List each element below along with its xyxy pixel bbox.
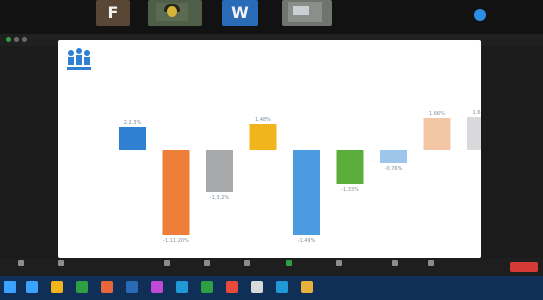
status-dot-icon <box>14 37 19 42</box>
apps-button[interactable] <box>414 260 448 267</box>
microphone-icon <box>18 260 24 266</box>
taskbar-app-icon[interactable] <box>126 281 138 293</box>
bar-data-label: 2.2.3% <box>124 120 142 126</box>
taskbar-app-icon[interactable] <box>201 281 213 293</box>
video-button[interactable] <box>44 260 78 267</box>
taskbar-app-icon[interactable] <box>176 281 188 293</box>
apps-icon <box>428 260 434 266</box>
bar-data-label: -1.3.2% <box>210 195 230 201</box>
bar-data-label: 1.66% <box>429 111 445 117</box>
bar-data-label: 1.48% <box>255 117 271 123</box>
participant-strip: F W <box>0 0 543 34</box>
chart-bar <box>423 118 451 150</box>
participant-video <box>156 3 188 21</box>
end-meeting-button[interactable] <box>510 262 538 272</box>
status-dot-icon <box>6 37 11 42</box>
bar-data-label: -1.33% <box>341 187 359 193</box>
taskbar-app-icon[interactable] <box>226 281 238 293</box>
taskbar-app-icon[interactable] <box>76 281 88 293</box>
bar-data-label: -1.49% <box>298 238 316 244</box>
taskbar-app-icon[interactable] <box>301 281 313 293</box>
participant-initial: F <box>107 3 119 22</box>
start-icon[interactable] <box>4 281 16 293</box>
video-face <box>167 6 177 17</box>
participant-avatar[interactable] <box>474 9 486 21</box>
bar-data-label: -1.11.20% <box>163 238 189 244</box>
windows-taskbar <box>0 276 543 300</box>
share-screen-icon <box>286 260 292 266</box>
breakout-rooms-button[interactable] <box>322 260 356 267</box>
bar-chart: 2.2.3% -1.11.20% -1.3.2% 1.48% -1.49% -1.33% -… <box>119 110 481 244</box>
taskbar-app-icon[interactable] <box>151 281 163 293</box>
security-button[interactable] <box>150 260 184 267</box>
chart-bar <box>380 150 407 163</box>
bar-data-label: 1.65% <box>473 110 481 116</box>
chart-bar <box>467 117 481 150</box>
chart-bar <box>336 150 364 184</box>
chat-button[interactable] <box>230 260 264 267</box>
participant-tile-w[interactable]: W <box>222 0 258 26</box>
shield-icon <box>164 260 170 266</box>
taskbar-app-icon[interactable] <box>26 281 38 293</box>
meeting-toolbar <box>0 258 543 276</box>
participant-tile-room[interactable] <box>282 0 332 26</box>
shared-slide: 2.2.3% -1.11.20% -1.3.2% 1.48% -1.49% -1.33% -… <box>58 40 481 258</box>
bar-data-label: -0.76% <box>385 166 403 172</box>
chart-bar <box>162 150 190 235</box>
chart-bar <box>293 150 320 235</box>
video-screen <box>293 6 309 15</box>
participant-video <box>288 2 322 22</box>
participant-initial: W <box>231 3 249 22</box>
audio-button[interactable] <box>4 260 38 267</box>
chart-bar <box>249 124 277 150</box>
grid-icon <box>336 260 342 266</box>
chart-bar <box>119 127 146 150</box>
participants-icon <box>204 260 210 266</box>
participants-button[interactable] <box>190 260 224 267</box>
chart-bar <box>206 150 233 192</box>
status-dot-icon <box>22 37 27 42</box>
taskbar-app-icon[interactable] <box>251 281 263 293</box>
camera-icon <box>58 260 64 266</box>
participant-tile-f[interactable]: F <box>96 0 130 26</box>
taskbar-app-icon[interactable] <box>101 281 113 293</box>
participant-tile-camera[interactable] <box>148 0 202 26</box>
reaction-icon <box>392 260 398 266</box>
reactions-button[interactable] <box>378 260 412 267</box>
chat-icon <box>244 260 250 266</box>
taskbar-app-icon[interactable] <box>276 281 288 293</box>
taskbar-app-icon[interactable] <box>51 281 63 293</box>
share-screen-button[interactable] <box>272 260 306 267</box>
